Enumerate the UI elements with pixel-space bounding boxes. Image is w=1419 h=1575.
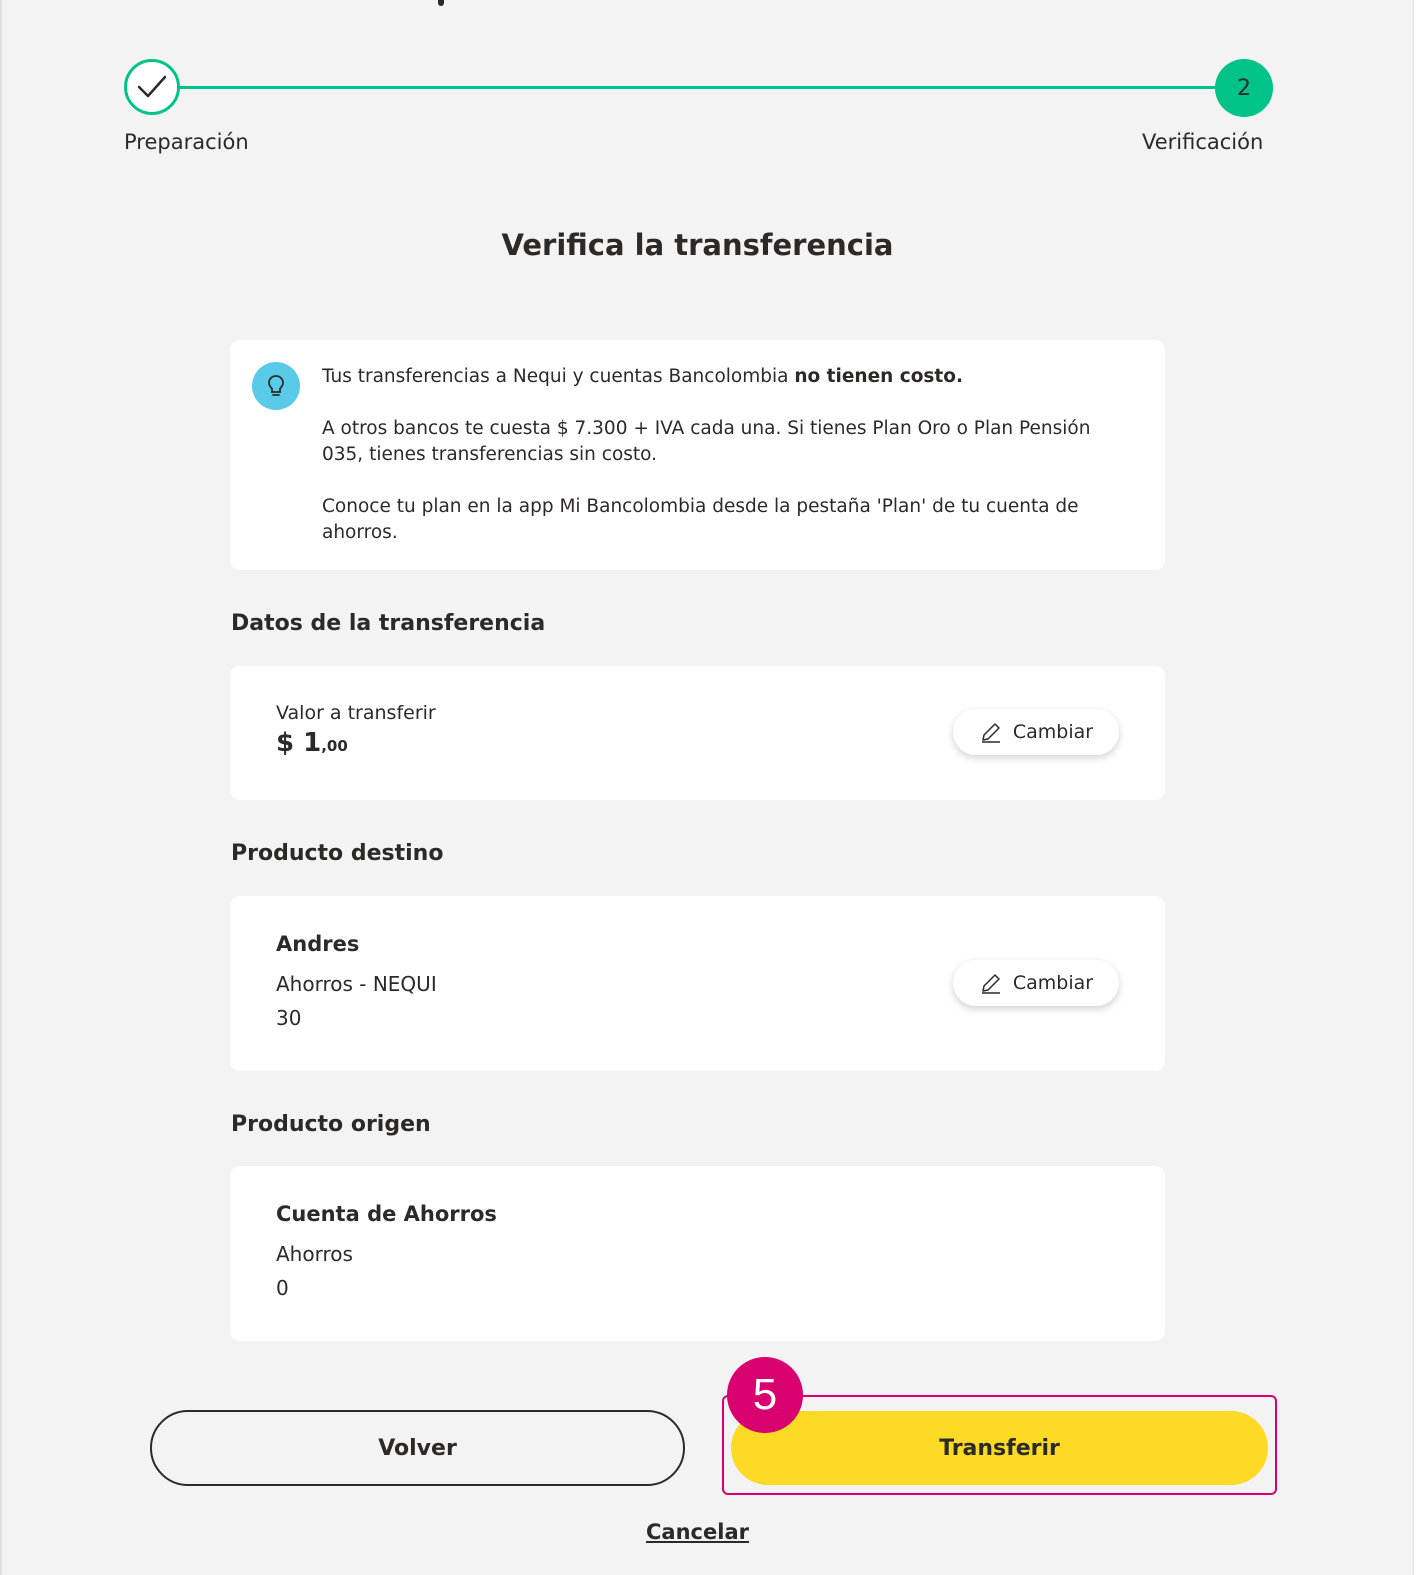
section-title-origin: Producto origen bbox=[231, 1112, 431, 1137]
info-paragraph-2: A otros bancos te cuesta $ 7.300 + IVA c… bbox=[322, 418, 1091, 465]
origin-number: 0 bbox=[276, 1276, 289, 1300]
pencil-icon bbox=[981, 723, 1000, 743]
lightbulb-icon bbox=[252, 362, 300, 410]
transfer-button[interactable]: Transferir bbox=[731, 1411, 1268, 1485]
amount-main: $ 1 bbox=[276, 728, 322, 758]
stepper-progress-line bbox=[178, 86, 1218, 89]
info-text: Tus transferencias a Nequi y cuentas Ban… bbox=[322, 364, 1112, 546]
scrollbar-track[interactable] bbox=[1413, 0, 1419, 1575]
amount-card: Valor a transferir $ 1,00 Cambiar bbox=[230, 666, 1165, 800]
amount-label: Valor a transferir bbox=[276, 702, 436, 724]
page-title: Verifica la transferencia bbox=[501, 228, 894, 262]
step-1-label: Preparación bbox=[124, 130, 249, 154]
cancel-link[interactable]: Cancelar bbox=[0, 1520, 1395, 1544]
destination-name: Andres bbox=[276, 932, 360, 956]
pencil-icon bbox=[981, 974, 1000, 994]
step-number-badge: 5 bbox=[727, 1357, 803, 1433]
amount-cents: ,00 bbox=[321, 737, 348, 755]
origin-card: Cuenta de Ahorros Ahorros 0 bbox=[230, 1166, 1165, 1341]
back-button[interactable]: Volver bbox=[150, 1410, 685, 1486]
amount-value: $ 1,00 bbox=[276, 728, 348, 758]
info-line-1: Tus transferencias a Nequi y cuentas Ban… bbox=[322, 366, 795, 387]
change-amount-label: Cambiar bbox=[1012, 721, 1094, 743]
destination-type: Ahorros - NEQUI bbox=[276, 972, 437, 996]
origin-type: Ahorros bbox=[276, 1242, 353, 1266]
section-title-transfer-data: Datos de la transferencia bbox=[231, 611, 546, 636]
destination-number: 30 bbox=[276, 1006, 302, 1030]
info-paragraph-1: Tus transferencias a Nequi y cuentas Ban… bbox=[322, 364, 1112, 390]
change-amount-button[interactable]: Cambiar bbox=[953, 709, 1119, 755]
destination-card: Andres Ahorros - NEQUI 30 Cambiar bbox=[230, 896, 1165, 1071]
info-card: Tus transferencias a Nequi y cuentas Ban… bbox=[230, 340, 1165, 570]
step-2-current: 2 bbox=[1215, 59, 1273, 117]
origin-name: Cuenta de Ahorros bbox=[276, 1202, 497, 1226]
step-1-completed bbox=[124, 59, 180, 115]
step-2-label: Verificación bbox=[1142, 130, 1264, 154]
checkmark-icon bbox=[137, 75, 167, 98]
clipped-heading-fragment bbox=[430, 0, 448, 6]
info-line-1-bold: no tienen costo. bbox=[794, 366, 964, 387]
info-paragraph-3: Conoce tu plan en la app Mi Bancolombia … bbox=[322, 496, 1079, 543]
change-destination-label: Cambiar bbox=[1012, 972, 1094, 994]
change-destination-button[interactable]: Cambiar bbox=[953, 960, 1119, 1006]
section-title-destination: Producto destino bbox=[231, 841, 444, 866]
